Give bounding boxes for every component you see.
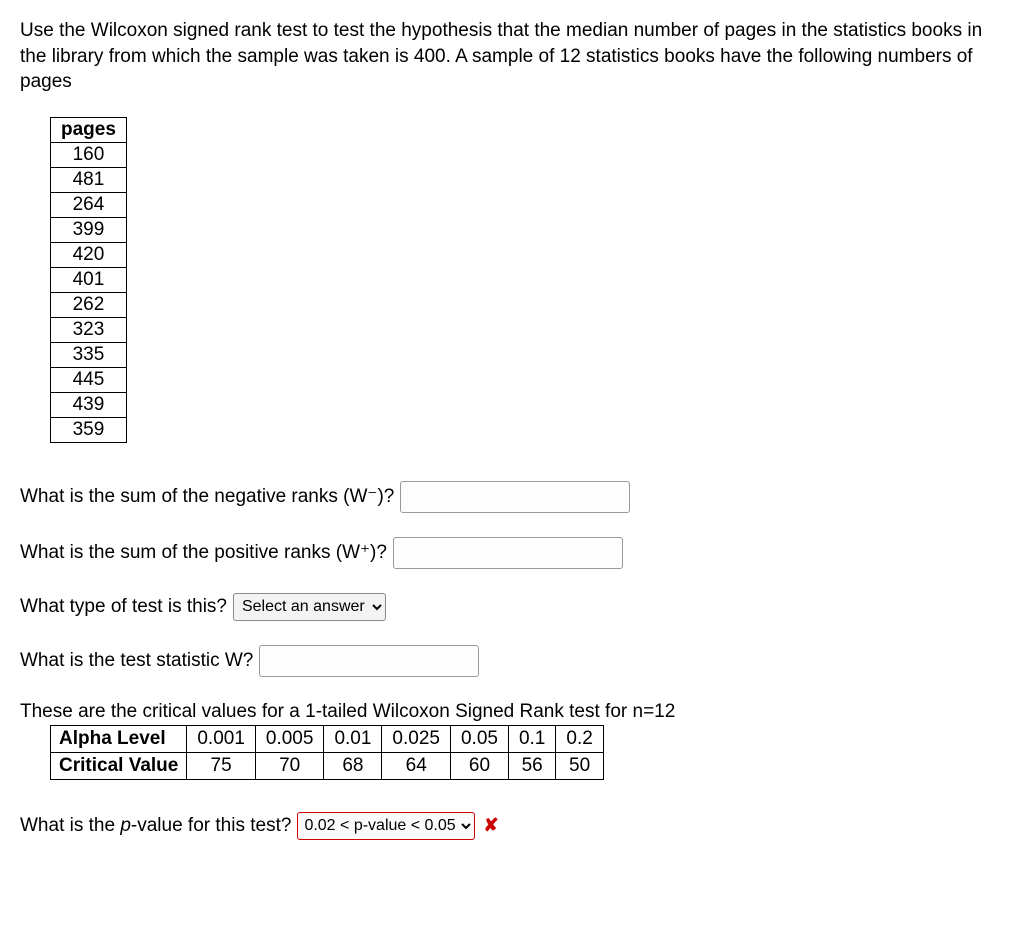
crit-alpha-cell: 0.05 <box>450 725 508 752</box>
crit-value-label: Critical Value <box>51 752 187 779</box>
crit-alpha-cell: 0.005 <box>255 725 324 752</box>
q-test-statistic-label: What is the test statistic W? <box>20 650 253 672</box>
wrong-icon: ✘ <box>483 815 498 836</box>
pages-cell: 264 <box>51 192 127 217</box>
pages-cell: 335 <box>51 342 127 367</box>
crit-value-cell: 64 <box>382 752 451 779</box>
crit-value-cell: 68 <box>324 752 382 779</box>
pages-cell: 420 <box>51 242 127 267</box>
pages-cell: 445 <box>51 367 127 392</box>
q-pvalue-label: What is the p-value for this test? <box>20 815 291 837</box>
q-negative-ranks-label: What is the sum of the negative ranks (W… <box>20 485 394 508</box>
crit-alpha-cell: 0.01 <box>324 725 382 752</box>
crit-value-cell: 75 <box>187 752 256 779</box>
q-positive-ranks-label: What is the sum of the positive ranks (W… <box>20 541 387 564</box>
critical-values-table: Alpha Level 0.0010.0050.010.0250.050.10.… <box>50 725 604 780</box>
crit-value-cell: 56 <box>508 752 555 779</box>
pages-table: pages 1604812643994204012623233354454393… <box>50 117 127 443</box>
select-test-type[interactable]: Select an answer <box>233 593 386 621</box>
crit-alpha-cell: 0.025 <box>382 725 451 752</box>
crit-value-cell: 60 <box>450 752 508 779</box>
crit-alpha-cell: 0.1 <box>508 725 555 752</box>
crit-value-cell: 50 <box>556 752 603 779</box>
input-negative-ranks[interactable] <box>400 481 630 513</box>
pages-cell: 401 <box>51 267 127 292</box>
pages-cell: 323 <box>51 317 127 342</box>
pages-cell: 160 <box>51 142 127 167</box>
q-test-type-label: What type of test is this? <box>20 596 227 618</box>
critical-values-intro: These are the critical values for a 1-ta… <box>20 701 1004 723</box>
pages-cell: 439 <box>51 392 127 417</box>
question-intro: Use the Wilcoxon signed rank test to tes… <box>20 18 1004 95</box>
pages-cell: 359 <box>51 417 127 442</box>
crit-alpha-label: Alpha Level <box>51 725 187 752</box>
select-pvalue[interactable]: 0.02 < p-value < 0.05 <box>297 812 475 840</box>
pages-cell: 262 <box>51 292 127 317</box>
pages-cell: 481 <box>51 167 127 192</box>
pages-header: pages <box>51 117 127 142</box>
pages-cell: 399 <box>51 217 127 242</box>
crit-value-cell: 70 <box>255 752 324 779</box>
input-positive-ranks[interactable] <box>393 537 623 569</box>
input-test-statistic[interactable] <box>259 645 479 677</box>
crit-alpha-cell: 0.2 <box>556 725 603 752</box>
crit-alpha-cell: 0.001 <box>187 725 256 752</box>
